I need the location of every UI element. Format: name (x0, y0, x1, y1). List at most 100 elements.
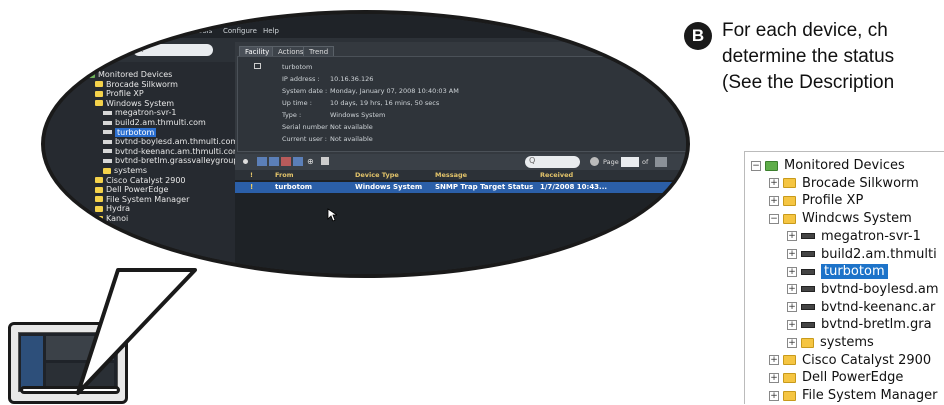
pager-label: Page (603, 158, 619, 166)
detail-value: Not available (330, 123, 373, 131)
folder-icon (95, 100, 103, 107)
expand-icon[interactable]: + (787, 284, 797, 295)
event-search-input[interactable]: Q (525, 156, 580, 168)
filter-icon-4[interactable] (293, 157, 303, 166)
zoomed-device-tree: − Monitored Devices + Brocade Silkworm + Prof… (744, 151, 944, 404)
device-icon (801, 321, 815, 328)
expand-icon[interactable]: + (787, 302, 797, 313)
collapse-icon[interactable]: − (769, 213, 779, 224)
tree-item-kanoi[interactable]: Kanoi (95, 214, 128, 224)
col-severity[interactable]: ! (250, 171, 253, 179)
expand-icon[interactable]: + (787, 231, 797, 242)
device-icon (103, 158, 112, 163)
detail-value: Monday, January 07, 2008 10:40:03 AM (330, 87, 459, 95)
pager-of-label: of (642, 158, 649, 166)
tree-item-bvtnd-boylesd-am-thmulti-com[interactable]: bvtnd-boylesd.am.thmulti.com (103, 137, 238, 147)
tree-item-profile-xp[interactable]: Profile XP (95, 89, 144, 99)
menu-tools[interactable]: Tools (195, 27, 212, 35)
detail-value: Not available (330, 135, 373, 143)
expand-icon[interactable]: + (769, 195, 779, 206)
folder-icon (95, 90, 103, 97)
tree-item-label: Hydra (106, 204, 131, 214)
refresh-icon[interactable] (590, 157, 599, 166)
search-icon: Q (138, 44, 145, 53)
device-icon (801, 251, 815, 257)
tree-item-turbotom[interactable]: turbotom (103, 127, 157, 138)
tree-item-hydra[interactable]: Hydra (95, 204, 130, 214)
expand-icon[interactable]: + (787, 337, 797, 348)
tree-item-dell-poweredge[interactable]: Dell PowerEdge (95, 185, 168, 195)
expand-icon[interactable]: + (787, 319, 797, 330)
filter-icon-2[interactable] (269, 157, 279, 166)
tree-search-input[interactable]: Q (133, 44, 213, 56)
detail-key: Serial number : (282, 123, 333, 131)
tree-item-monitored-devices[interactable]: Monitored Devices (87, 70, 172, 80)
tree-item-windows-system[interactable]: Windows System (95, 99, 174, 109)
menu-configure[interactable]: Configure (223, 27, 257, 35)
tree-item-label: Monitored Devices (98, 70, 173, 79)
folder-icon (783, 178, 796, 189)
collapse-icon[interactable]: − (751, 160, 761, 171)
next-page-button[interactable] (655, 157, 667, 167)
save-icon[interactable] (321, 157, 329, 165)
zoom-tree-item-label: systems (820, 335, 874, 350)
zoom-tree-item-label: megatron-svr-1 (821, 228, 921, 244)
page-number-input[interactable] (621, 157, 639, 167)
col-device-type[interactable]: Device Type (355, 171, 399, 179)
event-search-icon: Q (529, 156, 536, 165)
tree-item-build2-am-thmulti-com[interactable]: build2.am.thmulti.com (103, 118, 206, 128)
folder-icon (783, 213, 796, 224)
tree-item-systems[interactable]: systems (103, 166, 147, 176)
callout-line-2: determine the status (722, 46, 895, 67)
pin-icon[interactable]: ⊕ (307, 157, 314, 166)
expand-icon[interactable]: + (769, 390, 779, 401)
tree-item-label: Profile XP (106, 89, 144, 99)
monitor-chart-icon (87, 71, 95, 78)
tree-item-file-system-manager[interactable]: File System Manager (95, 195, 189, 205)
device-icon (801, 286, 815, 293)
filter-icon-1[interactable] (257, 157, 267, 166)
expand-icon[interactable]: + (769, 372, 779, 383)
expand-icon[interactable]: + (787, 249, 797, 259)
device-icon (103, 130, 112, 135)
menu-help[interactable]: Help (263, 27, 279, 35)
tree-item-bvtnd-keenanc-am-thmulti-com[interactable]: bvtnd-keenanc.am.thmulti.com (103, 147, 241, 157)
device-icon (801, 233, 815, 240)
expand-icon[interactable]: + (769, 355, 779, 366)
tree-item-megatron-svr-1[interactable]: megatron-svr-1 (103, 108, 176, 118)
row-message: SNMP Trap Target Status (435, 183, 534, 191)
expand-icon[interactable]: + (769, 178, 779, 189)
bubble-tail (76, 268, 197, 395)
zoom-tree-item-label: Brocade Silkworm (802, 175, 919, 191)
computer-icon (254, 63, 261, 69)
facility-panel: turbotom IP address : 10.16.36.126 System d… (237, 56, 686, 152)
detail-key: Up time : (282, 99, 312, 107)
tree-item-cisco-catalyst-2900[interactable]: Cisco Catalyst 2900 (95, 176, 186, 186)
zoom-tree-item-label: bvtnd-keenanc.ar (821, 299, 936, 315)
folder-icon (783, 195, 796, 206)
zoom-tree-item-label: bvtnd-boylesd.am (821, 281, 939, 297)
detail-key: IP address : (282, 75, 320, 83)
zoom-tree-item-label: Cisco Catalyst 2900 (802, 352, 932, 368)
col-message[interactable]: Message (435, 171, 467, 179)
folder-icon (95, 177, 103, 184)
zoom-tree-item-file-system-manager[interactable]: + File System Manager (769, 385, 937, 404)
col-received[interactable]: Received (540, 171, 573, 179)
zoom-tree-item-label: Monitored Devices (784, 158, 905, 173)
tree-item-brocade-silkworm[interactable]: Brocade Silkworm (95, 80, 178, 90)
device-icon (801, 304, 815, 311)
col-from[interactable]: From (275, 171, 293, 179)
detail-value: Windows System (330, 111, 386, 119)
folder-icon (95, 215, 103, 222)
device-icon (103, 139, 112, 144)
table-row[interactable]: ! turbotom Windows System SNMP Trap Targ… (235, 182, 686, 193)
tree-item-label: megatron-svr-1 (115, 108, 177, 118)
folder-icon (95, 205, 103, 212)
filter-icon-3[interactable] (281, 157, 291, 166)
folder-icon (783, 390, 796, 401)
zoom-tree-item-label: bvtnd-bretlm.gra (821, 317, 932, 333)
tree-item-label: Windows System (106, 98, 175, 108)
expand-icon[interactable]: + (787, 266, 797, 277)
event-toolbar: ⊕ Q Page of (235, 154, 686, 170)
mouse-cursor-icon (327, 208, 337, 222)
